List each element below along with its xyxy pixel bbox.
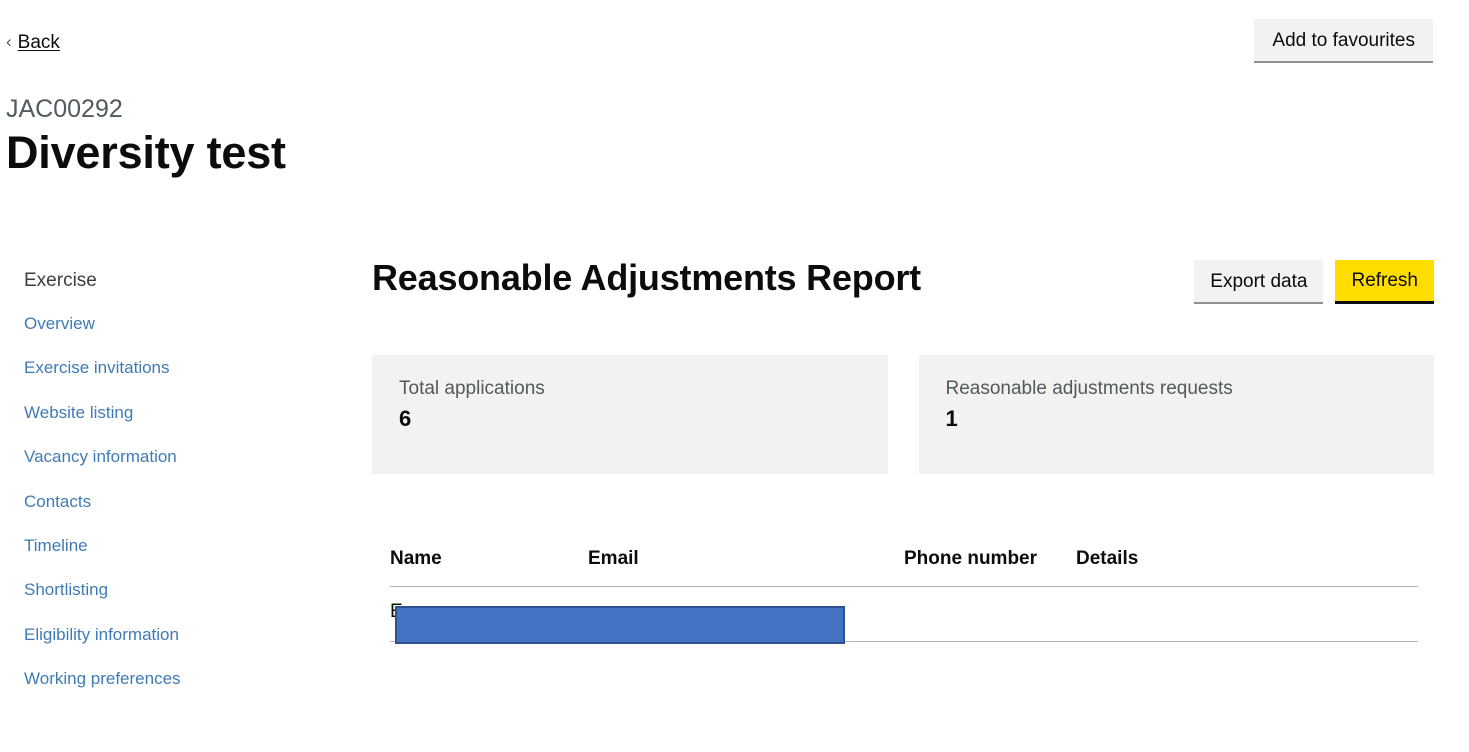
- exercise-reference: JAC00292: [6, 95, 123, 123]
- column-header-details: Details: [1076, 548, 1418, 587]
- summary-cards: Total applications 6 Reasonable adjustme…: [372, 355, 1434, 474]
- stat-card-reasonable-adjustments-requests: Reasonable adjustments requests 1: [918, 355, 1434, 474]
- app-page: ‹ Back Add to favourites JAC00292 Divers…: [0, 0, 1469, 752]
- chevron-left-icon: ‹: [6, 32, 12, 51]
- report-header: Reasonable Adjustments Report Export dat…: [372, 258, 1434, 316]
- stat-card-label: Total applications: [399, 378, 545, 399]
- sidebar-item-working-preferences[interactable]: Working preferences: [24, 669, 181, 689]
- cell-phone: [904, 586, 1076, 642]
- table-head: Name Email Phone number Details: [390, 548, 1418, 587]
- main-content: Reasonable Adjustments Report Export dat…: [372, 258, 1434, 642]
- stat-card-value: 6: [399, 405, 412, 431]
- stat-card-label: Reasonable adjustments requests: [945, 378, 1233, 399]
- sidebar-item-overview[interactable]: Overview: [24, 314, 95, 334]
- refresh-button[interactable]: Refresh: [1335, 260, 1434, 304]
- report-actions: Export data Refresh: [1194, 260, 1434, 304]
- sidebar-item-timeline[interactable]: Timeline: [24, 536, 88, 556]
- page-title: Diversity test: [6, 126, 286, 178]
- stat-card-total-applications: Total applications 6: [372, 355, 888, 474]
- top-bar: ‹ Back Add to favourites: [0, 0, 1469, 78]
- back-link-label: Back: [17, 32, 60, 53]
- sidebar-item-website-listing[interactable]: Website listing: [24, 403, 133, 423]
- column-header-email: Email: [588, 548, 904, 587]
- cell-details: [1076, 586, 1418, 642]
- sidebar-item-shortlisting[interactable]: Shortlisting: [24, 580, 108, 600]
- column-header-phone-number: Phone number: [904, 548, 1076, 587]
- page-heading: JAC00292 Diversity test: [6, 95, 286, 177]
- stat-card-value: 1: [945, 405, 958, 431]
- export-data-button[interactable]: Export data: [1194, 260, 1324, 304]
- sidebar-heading: Exercise: [24, 270, 97, 291]
- report-title: Reasonable Adjustments Report: [372, 257, 921, 298]
- add-to-favourites-button[interactable]: Add to favourites: [1254, 19, 1433, 63]
- table-header-row: Name Email Phone number Details: [390, 548, 1418, 587]
- back-link[interactable]: ‹ Back: [6, 32, 60, 54]
- sidebar-item-vacancy-information[interactable]: Vacancy information: [24, 447, 177, 467]
- redaction-annotation-box: [395, 606, 845, 644]
- sidebar-item-contacts[interactable]: Contacts: [24, 492, 91, 512]
- sidebar-item-exercise-invitations[interactable]: Exercise invitations: [24, 358, 170, 378]
- column-header-name: Name: [390, 548, 588, 587]
- sidebar-item-eligibility-information[interactable]: Eligibility information: [24, 625, 179, 645]
- sidebar-nav: Exercise Overview Exercise invitations W…: [24, 270, 354, 714]
